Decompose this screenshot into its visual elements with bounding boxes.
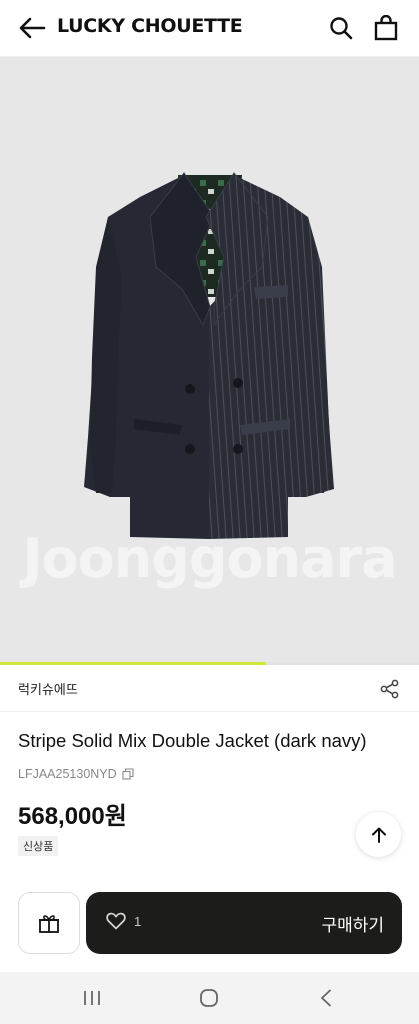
arrow-up-icon [371,827,386,843]
search-button[interactable] [325,12,357,44]
product-sku: LFJAA25130NYD [18,767,117,781]
home-icon [200,989,218,1007]
heart-icon [106,912,126,930]
new-product-badge: 신상품 [18,836,59,856]
product-image-carousel[interactable]: Joonggonara [0,57,419,663]
sku-row: LFJAA25130NYD [18,767,134,781]
home-button[interactable] [189,984,229,1012]
gift-icon [39,915,59,933]
brand-row: 럭키슈에뜨 [0,665,419,712]
recent-apps-icon [84,991,100,1005]
brand-name-link[interactable]: 럭키슈에뜨 [18,679,78,698]
recent-apps-button[interactable] [72,984,112,1012]
purchase-bar: 1 구매하기 [86,892,402,954]
like-count: 1 [134,913,142,929]
gift-button[interactable] [18,892,80,954]
scroll-top-button[interactable] [356,812,401,857]
search-icon [330,17,353,40]
copy-icon[interactable] [122,768,134,780]
shopping-bag-icon [374,15,398,41]
share-button[interactable] [374,673,406,705]
cart-button[interactable] [370,12,402,44]
back-arrow-icon [19,17,46,39]
brand-logo[interactable]: LUCKY CHOUETTE [57,15,243,37]
system-back-button[interactable] [306,984,346,1012]
product-title: Stripe Solid Mix Double Jacket (dark nav… [18,730,367,751]
app-header: LUCKY CHOUETTE [0,0,419,57]
back-button[interactable] [14,12,50,44]
buy-button[interactable]: 구매하기 [321,911,384,936]
system-nav-bar [0,972,419,1024]
share-icon [380,679,399,699]
like-button[interactable]: 1 [106,912,141,930]
back-icon [321,989,331,1007]
watermark: Joonggonara [22,527,397,590]
product-price: 568,000원 [18,803,127,830]
